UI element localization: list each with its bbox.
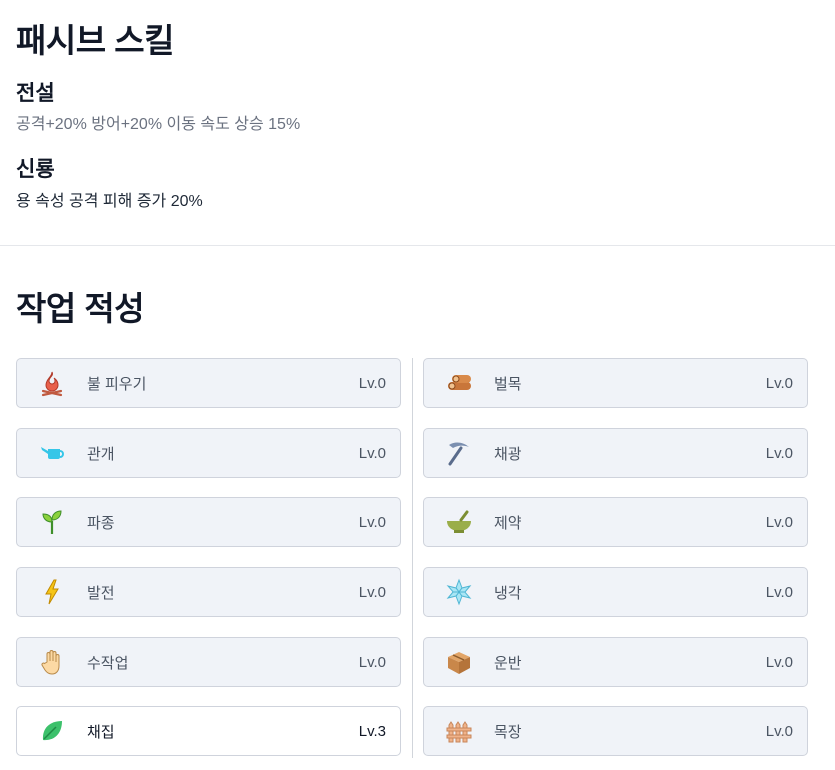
work-item-level: Lv.0 bbox=[765, 444, 793, 462]
work-item-medicine[interactable]: 제약 Lv.0 bbox=[423, 497, 808, 547]
skill-name: 전설 bbox=[16, 82, 55, 105]
work-item-name: 제약 bbox=[494, 514, 522, 532]
sprout-icon bbox=[17, 498, 87, 546]
work-item-level: Lv.0 bbox=[358, 583, 386, 601]
logs-icon bbox=[424, 359, 494, 407]
work-item-name: 목장 bbox=[494, 723, 522, 741]
work-item-mining[interactable]: 채광 Lv.0 bbox=[423, 428, 808, 478]
work-item-name: 채광 bbox=[494, 445, 522, 463]
work-item-cooling[interactable]: 냉각 Lv.0 bbox=[423, 567, 808, 617]
work-item-lumbering[interactable]: 벌목 Lv.0 bbox=[423, 358, 808, 408]
work-item-level: Lv.0 bbox=[358, 653, 386, 671]
work-item-name: 파종 bbox=[87, 514, 115, 532]
leaf-icon bbox=[17, 707, 87, 755]
work-item-name: 발전 bbox=[87, 584, 115, 602]
work-item-name: 수작업 bbox=[87, 654, 129, 672]
work-suitability-title: 작업 적성 bbox=[16, 290, 145, 327]
work-item-planting[interactable]: 파종 Lv.0 bbox=[16, 497, 401, 547]
work-item-level: Lv.0 bbox=[358, 374, 386, 392]
work-item-level: Lv.0 bbox=[765, 374, 793, 392]
work-item-level: Lv.0 bbox=[358, 444, 386, 462]
column-divider bbox=[412, 358, 413, 758]
work-item-gathering[interactable]: 채집 Lv.3 bbox=[16, 706, 401, 756]
work-item-kindling[interactable]: 불 피우기 Lv.0 bbox=[16, 358, 401, 408]
box-icon bbox=[424, 638, 494, 686]
fence-icon bbox=[424, 707, 494, 755]
skill-name: 신룡 bbox=[16, 158, 55, 181]
work-item-name: 벌목 bbox=[494, 375, 522, 393]
work-item-handiwork[interactable]: 수작업 Lv.0 bbox=[16, 637, 401, 687]
skill-description: 공격+20% 방어+20% 이동 속도 상승 15% bbox=[16, 116, 301, 133]
work-item-name: 관개 bbox=[87, 445, 115, 463]
section-divider bbox=[0, 245, 835, 246]
work-item-name: 불 피우기 bbox=[87, 375, 147, 393]
work-item-level: Lv.0 bbox=[765, 653, 793, 671]
work-item-name: 운반 bbox=[494, 654, 522, 672]
work-item-generating[interactable]: 발전 Lv.0 bbox=[16, 567, 401, 617]
snowflake-icon bbox=[424, 568, 494, 616]
work-item-name: 채집 bbox=[87, 723, 115, 741]
campfire-icon bbox=[17, 359, 87, 407]
hand-icon bbox=[17, 638, 87, 686]
pickaxe-icon bbox=[424, 429, 494, 477]
work-item-level: Lv.0 bbox=[765, 722, 793, 740]
passive-skills-title: 패시브 스킬 bbox=[16, 22, 174, 59]
work-item-farming[interactable]: 목장 Lv.0 bbox=[423, 706, 808, 756]
work-item-name: 냉각 bbox=[494, 584, 522, 602]
lightning-icon bbox=[17, 568, 87, 616]
work-item-level: Lv.0 bbox=[765, 513, 793, 531]
work-item-transporting[interactable]: 운반 Lv.0 bbox=[423, 637, 808, 687]
work-item-level: Lv.0 bbox=[765, 583, 793, 601]
skill-description: 용 속성 공격 피해 증가 20% bbox=[16, 193, 203, 210]
work-item-watering[interactable]: 관개 Lv.0 bbox=[16, 428, 401, 478]
work-item-level: Lv.3 bbox=[358, 722, 386, 740]
mortar-icon bbox=[424, 498, 494, 546]
work-item-level: Lv.0 bbox=[358, 513, 386, 531]
watering-can-icon bbox=[17, 429, 87, 477]
